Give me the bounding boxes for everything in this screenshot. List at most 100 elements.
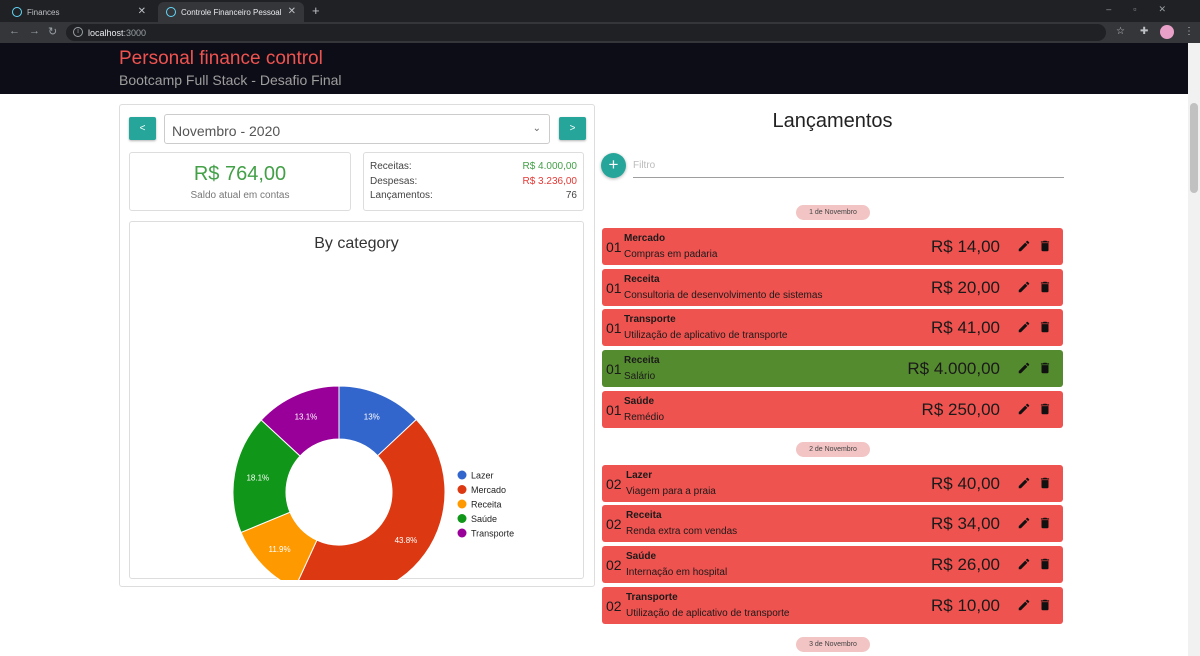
transaction-row[interactable]: 01 Mercado Compras em padaria R$ 14,00 — [602, 228, 1063, 265]
pencil-icon[interactable] — [1017, 239, 1031, 253]
trash-icon[interactable] — [1038, 280, 1052, 294]
transaction-category: Saúde — [626, 550, 657, 562]
tab-title: Controle Financeiro Pessoal — [181, 7, 282, 17]
pencil-icon[interactable] — [1017, 557, 1031, 571]
transaction-row[interactable]: 01 Receita Consultoria de desenvolvimento … — [602, 268, 1063, 306]
scrollbar[interactable] — [1188, 43, 1200, 656]
pencil-icon[interactable] — [1017, 280, 1031, 294]
legend-label[interactable]: Lazer — [471, 471, 494, 481]
legend-marker — [457, 485, 467, 494]
receitas-value: R$ 4.000,00 — [522, 161, 578, 172]
close-icon[interactable]: ✕ — [288, 6, 296, 17]
back-icon[interactable]: ← — [9, 25, 20, 37]
transaction-row[interactable]: 02 Receita Renda extra com vendas R$ 34,00 — [602, 505, 1063, 543]
transaction-day: 01 — [606, 361, 622, 378]
browser-tab-finances[interactable]: Finances ✕ — [4, 2, 154, 22]
url-host: localhost — [88, 27, 124, 38]
transaction-amount: R$ 10,00 — [931, 595, 1000, 615]
trash-icon[interactable] — [1038, 320, 1052, 334]
trash-icon[interactable] — [1038, 476, 1052, 490]
legend-marker — [457, 514, 467, 523]
trash-icon[interactable] — [1038, 516, 1052, 530]
transaction-category: Transporte — [626, 591, 678, 603]
summary-card: Receitas: R$ 4.000,00 Despesas: R$ 3.236… — [363, 152, 584, 211]
pencil-icon[interactable] — [1017, 361, 1031, 375]
reload-icon[interactable]: ↻ — [48, 25, 57, 38]
legend-label[interactable]: Saúde — [471, 514, 497, 524]
transaction-description: Renda extra com vendas — [626, 526, 738, 538]
transactions-panel: Lançamentos + 1 de Novembro01MercadoComp… — [600, 104, 1065, 656]
transaction-day: 02 — [606, 516, 622, 533]
browser-tab-controle[interactable]: Controle Financeiro Pessoal ✕ — [158, 2, 304, 22]
receitas-label: Receitas: — [370, 161, 412, 172]
prev-month-button[interactable]: < — [129, 117, 156, 140]
donut-chart: 13% 43.8% 11.9% 18.1% 13.1% Lazer Mercado Recei… — [232, 385, 514, 580]
transaction-row[interactable]: 01 Receita Salário R$ 4.000,00 — [602, 350, 1063, 388]
trash-icon[interactable] — [1038, 239, 1052, 253]
legend-marker — [457, 470, 467, 480]
transaction-amount: R$ 20,00 — [931, 277, 1000, 297]
star-icon[interactable]: ☆ — [1116, 26, 1125, 37]
react-icon — [166, 7, 176, 17]
day-header: 2 de Novembro — [796, 441, 870, 457]
add-transaction-button[interactable]: + — [601, 153, 626, 178]
new-tab-icon[interactable]: + — [312, 3, 320, 18]
scrollbar-thumb[interactable] — [1190, 103, 1198, 193]
category-chart-card: By category 13% 43.8% 11.9% 18.1% 13.1% Lazer… — [129, 221, 584, 580]
transaction-description: Utilização de aplicativo de transporte — [624, 330, 788, 342]
trash-icon[interactable] — [1038, 361, 1052, 375]
trash-icon[interactable] — [1038, 557, 1052, 571]
transaction-day: 01 — [606, 401, 622, 418]
trash-icon[interactable] — [1038, 598, 1052, 612]
trash-icon[interactable] — [1038, 402, 1052, 416]
menu-icon[interactable]: ⋮ — [1184, 26, 1194, 37]
despesas-label: Despesas: — [370, 175, 418, 187]
avatar[interactable] — [1160, 25, 1174, 39]
pencil-icon[interactable] — [1017, 476, 1031, 490]
pencil-icon[interactable] — [1017, 320, 1031, 334]
lancamentos-label: Lançamentos: — [370, 190, 433, 201]
transaction-row[interactable]: 02 Transporte Utilização de aplicativo de … — [602, 586, 1063, 624]
app-header: Personal finance control Bootcamp Full S… — [0, 43, 1188, 94]
month-select[interactable]: Novembro - 2020 ⌄ — [164, 114, 550, 144]
legend-label[interactable]: Mercado — [471, 485, 506, 495]
app-title: Personal finance control — [119, 48, 323, 69]
transaction-amount: R$ 41,00 — [931, 318, 1000, 338]
transaction-description: Utilização de aplicativo de transporte — [626, 607, 790, 619]
close-icon[interactable]: ✕ — [138, 6, 146, 17]
legend-label[interactable]: Receita — [471, 500, 502, 510]
legend-marker — [457, 528, 467, 538]
pencil-icon[interactable] — [1017, 402, 1031, 416]
forward-icon[interactable]: → — [29, 25, 40, 37]
balance-card: R$ 764,00 Saldo atual em contas — [129, 152, 351, 211]
tab-title: Finances — [27, 7, 60, 17]
balance-value: R$ 764,00 — [193, 163, 287, 185]
filter-input[interactable] — [633, 153, 1064, 178]
info-icon[interactable]: i — [73, 27, 83, 37]
transactions-title: Lançamentos — [772, 110, 893, 132]
transaction-row[interactable]: 01 Saúde Remédio R$ 250,00 — [602, 390, 1063, 428]
transaction-day: 01 — [606, 239, 622, 255]
transaction-category: Receita — [626, 510, 662, 522]
pencil-icon[interactable] — [1017, 516, 1031, 530]
transaction-description: Consultoria de desenvolvimento de sistem… — [624, 289, 823, 301]
transaction-category: Receita — [624, 273, 660, 285]
slice-label: 43.8% — [395, 536, 418, 545]
address-bar: ← → ↻ i localhost:3000 ☆ ✚ ⋮ — [0, 22, 1200, 43]
summary-panel: < Novembro - 2020 ⌄ > R$ 764,00 Saldo at… — [119, 104, 595, 587]
legend-label[interactable]: Transporte — [471, 529, 514, 539]
transaction-description: Remédio — [624, 411, 665, 423]
url-input[interactable]: i localhost:3000 — [66, 24, 1106, 41]
slice-label: 11.9% — [268, 545, 290, 554]
transaction-row[interactable]: 02 Lazer Viagem para a praia R$ 40,00 — [602, 464, 1063, 502]
window-controls[interactable]: –▫✕ — [1106, 4, 1188, 15]
extensions-icon[interactable]: ✚ — [1140, 26, 1148, 37]
transaction-amount: R$ 4.000,00 — [907, 359, 1000, 379]
pencil-icon[interactable] — [1017, 598, 1031, 612]
next-month-button[interactable]: > — [559, 117, 586, 140]
day-header: 3 de Novembro — [796, 637, 870, 653]
transaction-row[interactable]: 02 Saúde Internação em hospital R$ 26,00 — [602, 545, 1063, 583]
transaction-row[interactable]: 01 Transporte Utilização de aplicativo de … — [602, 309, 1063, 347]
browser-tab-bar: Finances ✕ Controle Financeiro Pessoal ✕… — [0, 0, 1200, 22]
slice-label: 13% — [364, 412, 380, 421]
